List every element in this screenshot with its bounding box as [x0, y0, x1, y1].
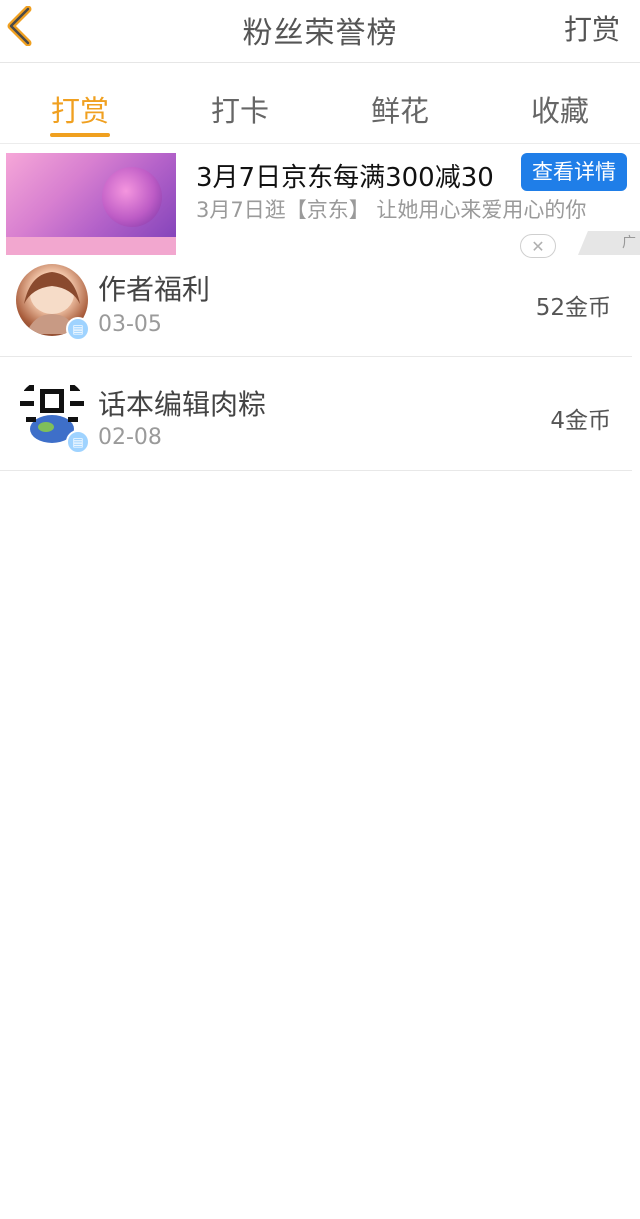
view-details-button[interactable]: 查看详情 [521, 153, 627, 191]
tab-bar: 打赏 打卡 鲜花 收藏 [0, 64, 640, 144]
reward-date: 03-05 [98, 312, 162, 337]
ad-image-floor [6, 237, 176, 255]
tab-flowers[interactable]: 鲜花 [320, 64, 480, 143]
reward-amount: 52金币 [535, 295, 611, 321]
reward-button[interactable]: 打赏 [564, 8, 620, 48]
ad-title[interactable]: 3月7日京东每满300减30 [196, 157, 494, 194]
tab-label: 打赏 [50, 94, 109, 128]
fan-level-icon: ▤ [66, 317, 90, 341]
page-title: 粉丝荣誉榜 [242, 16, 398, 51]
list-item[interactable]: ▤ 话本编辑肉粽 02-08 4金币 [0, 357, 632, 471]
list-item[interactable]: ▤ 作者福利 03-05 52金币 [0, 258, 632, 357]
tab-favorites[interactable]: 收藏 [480, 64, 640, 143]
tab-label: 打卡 [210, 94, 269, 128]
tab-active-indicator [50, 133, 110, 137]
ad-badge: 广 [578, 231, 640, 255]
reward-amount: 4金币 [550, 408, 611, 434]
fan-level-icon: ▤ [66, 430, 90, 454]
reward-list: ▤ 作者福利 03-05 52金币 ▤ 话本编辑肉粽 02-08 4金币 [0, 258, 640, 471]
ad-description: 3月7日逛【京东】 让她用心来爱用心的你 [196, 198, 587, 222]
fan-name[interactable]: 作者福利 [98, 268, 210, 308]
reward-date: 02-08 [98, 425, 162, 450]
tab-label: 收藏 [530, 94, 589, 128]
tab-reward[interactable]: 打赏 [0, 64, 160, 143]
ad-image-decoration [102, 167, 162, 227]
tab-checkin[interactable]: 打卡 [160, 64, 320, 143]
top-nav-bar: 粉丝荣誉榜 打赏 [0, 0, 640, 63]
tab-label: 鲜花 [370, 94, 429, 128]
fan-name[interactable]: 话本编辑肉粽 [98, 383, 266, 423]
ad-image[interactable] [6, 153, 176, 255]
close-icon[interactable]: ✕ [520, 234, 556, 258]
